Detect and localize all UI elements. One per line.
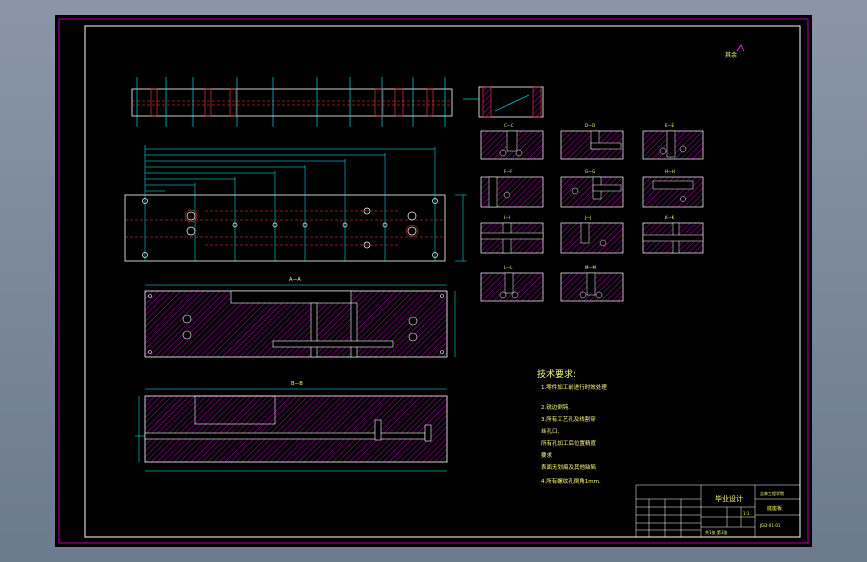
section-label-6: H—H [665,169,675,174]
title-main: 毕业设计 [715,494,743,503]
tech-line-2: 2.锐边倒钝. [541,403,570,411]
tech-line-3: 3.所有工艺孔及线割穿 [541,415,596,423]
section-label-8: J—J [584,215,591,220]
section-view-b: B—B [135,381,448,472]
tech-line-4: 丝孔口. [541,427,560,435]
tech-title: 技术要求: [537,368,576,380]
roughness-symbol [736,44,745,52]
tech-line-1: 1.零件加工前进行时效处理 [541,383,607,391]
title-sheet-info: 共1张 第1张 [705,529,727,535]
technical-drawing: 其余 A—A B—B C—C D—D E—E F—F G—G H—H I—I J… [58,18,809,544]
section-label-7: I—I [504,215,510,220]
side-view [463,86,544,118]
section-label-9: K—K [665,215,675,220]
outer-frame [58,18,809,544]
tech-line-5: 所有孔加工后位置精度 [541,439,597,447]
corner-note: 其余 [725,51,737,59]
cad-viewport[interactable]: 其余 A—A B—B C—C D—D E—E F—F G—G H—H I—I J… [0,0,867,562]
view-label-b: B—B [291,381,303,387]
section-label-5: G—G [585,169,595,174]
section-label-10: L—L [504,265,513,270]
section-label-11: M—M [585,265,596,270]
view-label-a: A—A [289,277,301,283]
section-view-a: A—A [144,277,456,358]
title-part-name: 底座板 [767,505,782,512]
tech-line-7: 表面无划痕及其他缺陷 [541,463,596,471]
tech-line-6: 要求 [541,451,553,459]
plan-view [124,145,467,262]
tech-line-8: 4.所有螺纹孔倒角1mm. [541,477,601,485]
tech-requirements: 技术要求: 1.零件加工前进行时效处理 2.锐边倒钝. 3.所有工艺孔及线割穿 … [537,368,607,485]
section-label-3: E—E [665,123,675,128]
title-drawing-no: JGD-01-01 [759,523,781,528]
section-label-4: F—F [504,169,513,174]
title-scale: 1:1 [743,511,750,516]
section-label-1: C—C [504,123,514,128]
title-school: 吉林工程学院 [760,490,784,496]
section-label-2: D—D [585,123,595,128]
drawing-sheet: 其余 A—A B—B C—C D—D E—E F—F G—G H—H I—I J… [55,15,812,547]
section-grid: C—C D—D E—E F—F G—G H—H I—I J—J K—K L—L … [480,123,704,302]
top-view [131,77,453,127]
